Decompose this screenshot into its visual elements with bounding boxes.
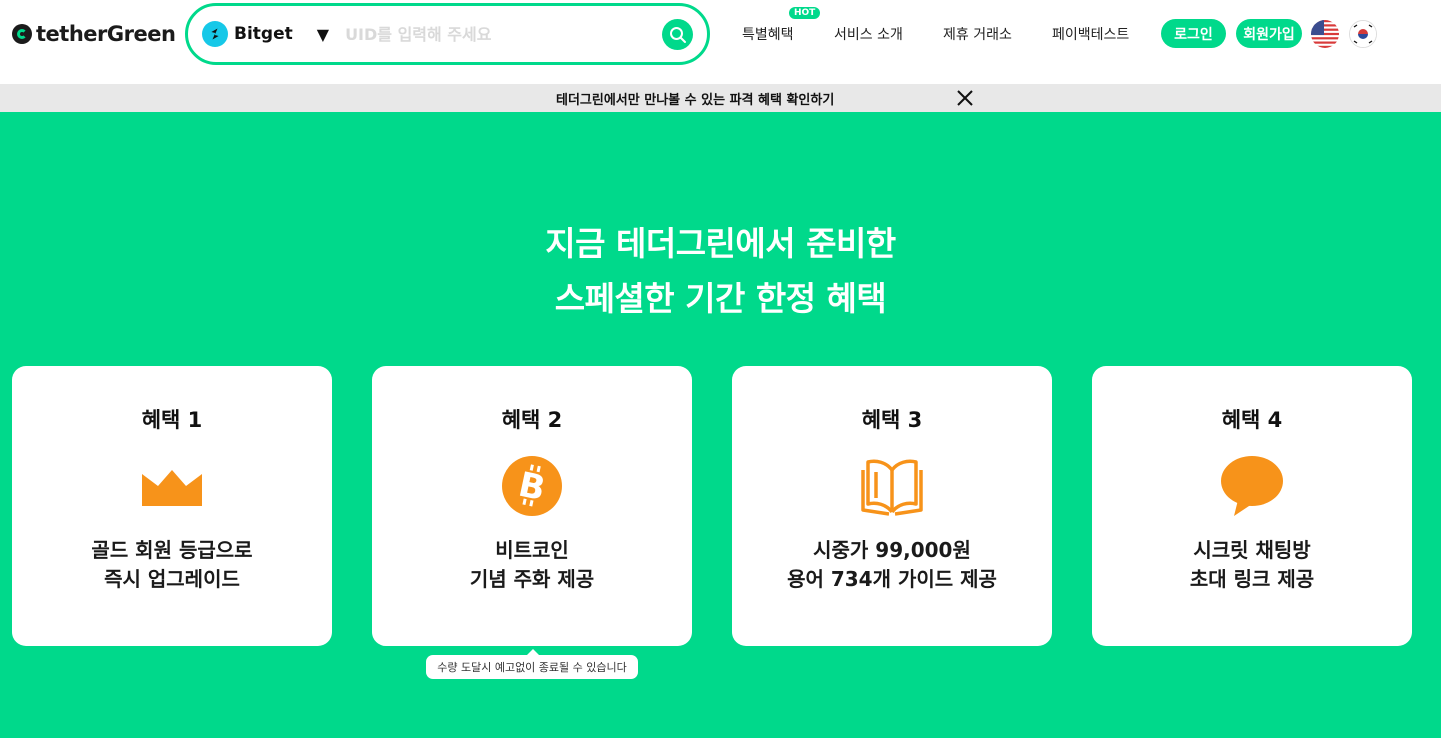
nav-payback-test[interactable]: 페이백테스트 (1052, 24, 1129, 44)
benefit-card-desc: 시중가 99,000원 용어 734개 가이드 제공 (732, 536, 1052, 594)
benefit-card-desc-line: 용어 734개 가이드 제공 (787, 567, 997, 591)
logo-mark-icon (12, 24, 32, 44)
header: tetherGreen Bitget ▼ 특별혜택 HOT 서비스 소개 제휴 … (0, 0, 1441, 84)
logo-text: tetherGreen (36, 22, 176, 46)
benefit-card-title: 혜택 2 (501, 408, 563, 432)
benefit-card-desc-line: 즉시 업그레이드 (104, 567, 240, 591)
bitcoin-icon: B (502, 456, 562, 516)
benefit-card-1: 혜택 1 골드 회원 등급으로 즉시 업그레이드 (12, 366, 332, 646)
benefit-card-desc-line: 시크릿 채팅방 (1193, 538, 1311, 562)
login-button[interactable]: 로그인 (1161, 19, 1226, 48)
crown-icon (142, 470, 202, 506)
nav-partner-exchanges[interactable]: 제휴 거래소 (943, 24, 1012, 44)
benefit-card-desc-line: 비트코인 (495, 538, 569, 562)
benefit-card-desc-line: 시중가 99,000원 (813, 538, 971, 562)
headline-line-1: 지금 테더그린에서 준비한 (545, 224, 896, 263)
benefit-card-title: 혜택 3 (861, 408, 923, 432)
nav-special-benefits[interactable]: 특별혜택 (742, 24, 794, 44)
close-icon[interactable] (955, 88, 975, 108)
uid-search-bar: Bitget ▼ (185, 3, 710, 65)
benefits-section: 지금 테더그린에서 준비한 스페셜한 기간 한정 혜택 혜택 1 골드 회원 등… (0, 112, 1441, 738)
benefit-card-desc-line: 골드 회원 등급으로 (91, 538, 253, 562)
nav-service-intro[interactable]: 서비스 소개 (834, 24, 903, 44)
search-button[interactable] (662, 19, 693, 50)
benefit-card-desc-line: 초대 링크 제공 (1189, 567, 1315, 591)
benefit-card-desc-line: 기념 주화 제공 (469, 567, 595, 591)
search-icon (669, 26, 686, 43)
limited-quantity-tooltip: 수량 도달시 예고없이 종료될 수 있습니다 (426, 649, 638, 679)
promo-banner[interactable]: 테더그린에서만 만나볼 수 있는 파격 혜택 확인하기 (0, 84, 1441, 112)
benefit-card-3: 혜택 3 시중가 99,000원 용어 734개 가이드 제공 (732, 366, 1052, 646)
chevron-down-icon[interactable]: ▼ (317, 25, 329, 44)
bitget-icon (202, 21, 228, 47)
chat-bubble-icon (1221, 456, 1283, 516)
ko-kr-flag-icon[interactable] (1349, 20, 1377, 48)
signup-button[interactable]: 회원가입 (1236, 19, 1302, 48)
exchange-select-label[interactable]: Bitget (234, 24, 293, 44)
en-us-flag-icon[interactable] (1311, 20, 1339, 48)
uid-input[interactable] (345, 24, 646, 44)
benefit-card-2: 혜택 2 B 비트코인 기념 주화 제공 (372, 366, 692, 646)
benefit-card-4: 혜택 4 시크릿 채팅방 초대 링크 제공 (1092, 366, 1412, 646)
logo[interactable]: tetherGreen (12, 22, 176, 46)
headline-line-2: 스페셜한 기간 한정 혜택 (554, 279, 887, 318)
book-icon (861, 459, 923, 516)
benefit-card-title: 혜택 4 (1221, 408, 1283, 432)
benefit-card-desc: 시크릿 채팅방 초대 링크 제공 (1092, 536, 1412, 594)
promo-banner-text[interactable]: 테더그린에서만 만나볼 수 있는 파격 혜택 확인하기 (556, 89, 834, 108)
page-title: 지금 테더그린에서 준비한 스페셜한 기간 한정 혜택 (0, 216, 1441, 326)
hot-badge: HOT (789, 7, 821, 19)
benefit-card-desc: 골드 회원 등급으로 즉시 업그레이드 (12, 536, 332, 594)
benefit-card-title: 혜택 1 (141, 408, 203, 432)
benefit-card-desc: 비트코인 기념 주화 제공 (372, 536, 692, 594)
